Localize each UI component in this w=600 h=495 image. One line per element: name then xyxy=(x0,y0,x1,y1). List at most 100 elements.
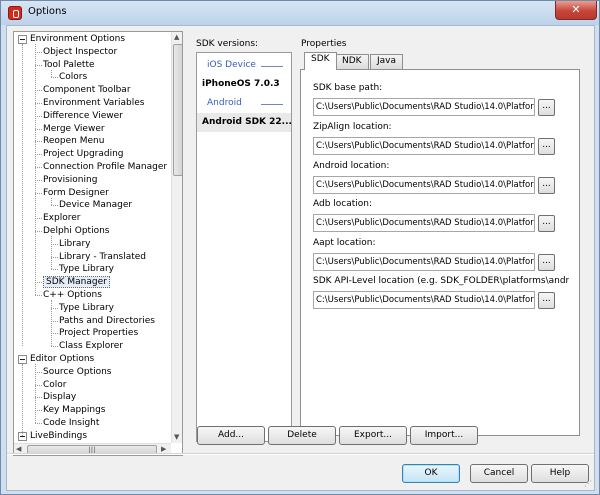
tree-connector xyxy=(35,384,42,386)
tree-item[interactable]: Library xyxy=(59,238,90,251)
tree-item-label: Colors xyxy=(59,72,88,83)
tree-connector xyxy=(35,371,42,373)
zipalign-location-input[interactable]: C:\Users\Public\Documents\RAD Studio\14.… xyxy=(313,137,535,155)
options-tree[interactable]: Environment Options Object Inspector Tool … xyxy=(13,31,183,456)
sdk-base-path-input[interactable]: C:\Users\Public\Documents\RAD Studio\14.… xyxy=(313,98,535,116)
tree-item[interactable]: Paths and Directories xyxy=(59,315,155,328)
tree-item[interactable]: Form Designer xyxy=(43,187,109,200)
tree-item-label: Difference Viewer xyxy=(43,110,123,121)
scroll-right-arrow-icon[interactable]: ▶ xyxy=(161,445,166,453)
zipalign-location-label: ZipAlign location: xyxy=(313,122,392,132)
collapse-icon[interactable] xyxy=(18,355,27,364)
sdk-version-item[interactable]: iPhoneOS 7.0.3 xyxy=(197,75,291,94)
tree-item[interactable]: Component Toolbar xyxy=(43,84,131,97)
sdk-api-level-location-input[interactable]: C:\Users\Public\Documents\RAD Studio\14.… xyxy=(313,291,535,309)
adb-location-input[interactable]: C:\Users\Public\Documents\RAD Studio\14.… xyxy=(313,214,535,232)
tab-ndk[interactable]: NDK xyxy=(335,54,369,69)
tree-item-label: Environment Variables xyxy=(43,98,145,108)
sdk-versions-list[interactable]: iOS Device iPhoneOS 7.0.3 Android Android S… xyxy=(196,52,292,442)
tree-item[interactable]: Color xyxy=(43,379,67,392)
tree-item[interactable]: Difference Viewer xyxy=(43,110,123,123)
tree-item[interactable]: Device Manager xyxy=(59,199,132,212)
tree-item[interactable]: Class Explorer xyxy=(59,340,123,353)
add-button[interactable]: Add... xyxy=(197,426,265,445)
tree-item-label: SDK Manager xyxy=(43,276,110,289)
aapt-location-browse-button[interactable]: ... xyxy=(538,254,555,271)
tree-item[interactable]: Environment Options xyxy=(30,33,125,46)
tree-item[interactable]: Provisioning xyxy=(43,174,97,187)
tab-sdk[interactable]: SDK xyxy=(304,52,337,70)
tree-item-label: Environment Options xyxy=(30,34,126,44)
sdk-api-level-location-browse-button[interactable]: ... xyxy=(538,292,555,309)
tree-connector xyxy=(35,154,42,156)
tree-item[interactable]: Code Insight xyxy=(43,417,99,430)
sdk-version-item[interactable]: Android SDK 22... xyxy=(197,113,291,132)
tree-item[interactable]: LiveBindings xyxy=(30,430,87,443)
delete-button[interactable]: Delete xyxy=(268,426,336,445)
android-location-input[interactable]: C:\Users\Public\Documents\RAD Studio\14.… xyxy=(313,176,535,194)
tree-item[interactable]: Colors xyxy=(59,71,87,84)
tree-item-label: Tool Palette xyxy=(43,59,95,70)
scroll-up-arrow-icon[interactable]: ▲ xyxy=(174,33,179,41)
export-button[interactable]: Export... xyxy=(339,426,407,445)
tree-connector xyxy=(51,205,58,207)
tree-connector xyxy=(35,295,42,296)
sdk-base-path-label: SDK base path: xyxy=(313,83,383,93)
tree-item-label: Merge Viewer xyxy=(43,123,105,134)
sdk-base-path-browse-button[interactable]: ... xyxy=(538,99,555,116)
tree-item[interactable]: Type Library xyxy=(59,263,114,276)
tree-item-label: Provisioning xyxy=(43,174,98,185)
tree-item[interactable]: Type Library xyxy=(59,302,114,315)
tree-connector xyxy=(51,256,58,258)
tree-connector xyxy=(35,167,42,168)
import-button[interactable]: Import... xyxy=(410,426,478,445)
scroll-down-arrow-icon[interactable]: ▼ xyxy=(174,433,179,441)
tree-connector xyxy=(35,90,42,92)
tab-java[interactable]: Java xyxy=(370,54,404,69)
close-button[interactable]: ✕ xyxy=(555,1,597,20)
tree-item[interactable]: Source Options xyxy=(43,366,112,379)
tree-item-label: Source Options xyxy=(43,366,112,377)
tree-item-label: Project Properties xyxy=(59,328,139,339)
title-bar[interactable]: Options ✕ xyxy=(1,1,599,25)
tree-item[interactable]: Reopen Menu xyxy=(43,135,104,148)
tree-item[interactable]: Editor Options xyxy=(30,353,94,366)
tree-connector xyxy=(51,333,58,335)
scroll-left-arrow-icon[interactable]: ◀ xyxy=(16,445,21,453)
tree-vertical-scroll-thumb[interactable] xyxy=(173,44,182,176)
tree-connector xyxy=(22,364,23,436)
aapt-location-input[interactable]: C:\Users\Public\Documents\RAD Studio\14.… xyxy=(313,253,535,271)
tree-item[interactable]: Display xyxy=(43,391,76,404)
tree-item[interactable]: Object Inspector xyxy=(43,46,117,59)
tree-item[interactable]: Project Upgrading xyxy=(43,148,124,161)
tree-item[interactable]: Environment Variables xyxy=(43,97,144,110)
tree-item[interactable]: Connection Profile Manager xyxy=(43,161,167,174)
tree-item-label: Form Designer xyxy=(43,187,109,198)
tree-item-label: Component Toolbar xyxy=(43,85,131,96)
tree-item[interactable]: Library - Translated xyxy=(59,251,146,264)
tree-item[interactable]: SDK Manager xyxy=(43,276,110,289)
tree-item-label: Library xyxy=(59,238,91,249)
cancel-button[interactable]: Cancel xyxy=(470,464,528,483)
ok-button[interactable]: OK xyxy=(402,464,460,483)
resize-grip-icon[interactable]: ⋰ xyxy=(584,479,592,488)
tree-connector xyxy=(35,423,42,424)
adb-location-browse-button[interactable]: ... xyxy=(538,215,555,232)
tree-connector xyxy=(35,192,42,194)
tree-connector xyxy=(35,282,42,284)
help-button[interactable]: Help xyxy=(531,464,589,483)
tree-item[interactable]: Explorer xyxy=(43,212,80,225)
tree-item-label: Project Upgrading xyxy=(43,149,124,160)
zipalign-location-browse-button[interactable]: ... xyxy=(538,138,555,155)
android-location-browse-button[interactable]: ... xyxy=(538,177,555,194)
properties-label: Properties xyxy=(301,39,347,49)
sdk-platform-header: Android xyxy=(197,94,291,113)
tree-item[interactable]: Delphi Options xyxy=(43,225,109,238)
tree-item[interactable]: Key Mappings xyxy=(43,404,106,417)
tree-item[interactable]: Merge Viewer xyxy=(43,123,105,136)
collapse-icon[interactable] xyxy=(18,35,27,44)
tree-connector xyxy=(35,410,42,412)
tree-item[interactable]: Project Properties xyxy=(59,327,138,340)
tree-item-label: Key Mappings xyxy=(43,405,106,416)
tree-vertical-scrollbar[interactable]: ▲ ▼ xyxy=(171,32,182,443)
